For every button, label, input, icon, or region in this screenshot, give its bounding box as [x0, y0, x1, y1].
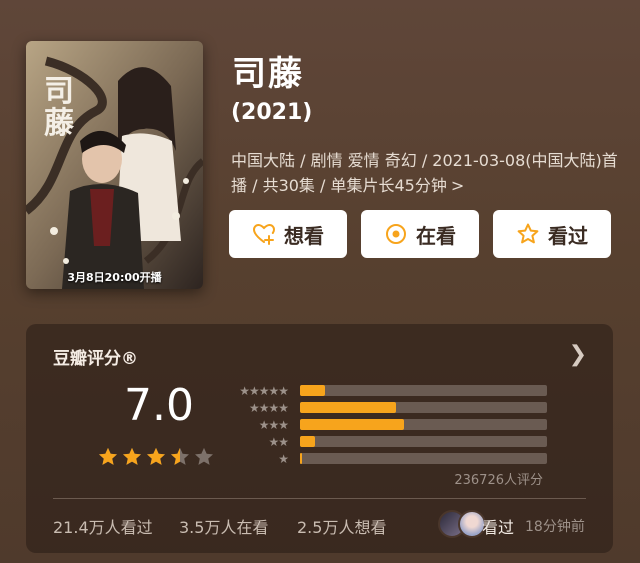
stat-want[interactable]: 2.5万人想看 [297, 514, 386, 538]
distribution-row: ★★ [222, 433, 547, 450]
distribution-bar [300, 419, 404, 430]
rating-stars [97, 446, 215, 468]
star-icon [123, 447, 141, 465]
friend-time: 18分钟前 [525, 519, 585, 535]
star-outline-icon [517, 223, 539, 244]
chevron-right-icon[interactable]: ❯ [569, 342, 587, 367]
distribution-stars-label: ★ [278, 451, 289, 466]
friend-action: 看过 [482, 518, 515, 537]
poster-art-text-1: 司 [44, 74, 74, 109]
distribution-track [300, 453, 547, 464]
distribution-stars-label: ★★ [268, 434, 289, 449]
meta-info[interactable]: 中国大陆 / 剧情 爱情 奇幻 / 2021-03-08(中国大陆)首播 / 共… [231, 148, 621, 198]
rating-count: 236726人评分 [454, 473, 543, 488]
distribution-track [300, 385, 547, 396]
star-icon [99, 447, 117, 465]
want-label: 想看 [284, 223, 324, 248]
rating-header: 豆瓣评分® [53, 349, 138, 369]
divider [53, 498, 586, 499]
distribution-track [300, 436, 547, 447]
rating-card[interactable]: 豆瓣评分® ❯ 7.0 ★★★★★ ★★★★ ★★★ ★★ ★ 236726人评分 21… [26, 324, 613, 553]
distribution-bar [300, 402, 397, 413]
distribution-bar [300, 453, 303, 464]
poster-art: 司 藤 [26, 41, 203, 289]
watched-button[interactable]: 看过 [493, 210, 611, 258]
poster-caption: 3月8日20:00开播 [67, 271, 162, 284]
page-title: 司藤 [232, 54, 304, 94]
target-circle-icon [386, 224, 406, 244]
distribution-bar [300, 385, 325, 396]
distribution-track [300, 419, 547, 430]
star-icon [147, 447, 165, 465]
friend-avatars[interactable] [438, 510, 486, 538]
stat-watching[interactable]: 3.5万人在看 [179, 514, 268, 538]
distribution-row: ★★★ [222, 416, 547, 433]
watched-label: 看过 [548, 223, 588, 248]
heart-plus-icon [252, 223, 276, 245]
rating-score: 7.0 [124, 380, 194, 431]
distribution-stars-label: ★★★★★ [239, 383, 289, 398]
chevron-right-icon: > [450, 176, 465, 195]
star-icon [195, 447, 213, 465]
distribution-track [300, 402, 547, 413]
watching-button[interactable]: 在看 [361, 210, 479, 258]
star-icon [171, 447, 189, 465]
release-year: (2021) [231, 100, 313, 125]
distribution-bar [300, 436, 315, 447]
distribution-row: ★★★★★ [222, 382, 547, 399]
distribution-row: ★ [222, 450, 547, 467]
rating-distribution: ★★★★★ ★★★★ ★★★ ★★ ★ [222, 382, 547, 467]
want-button[interactable]: 想看 [229, 210, 347, 258]
distribution-stars-label: ★★★ [258, 417, 289, 432]
meta-text: 中国大陆 / 剧情 爱情 奇幻 / 2021-03-08(中国大陆)首播 / 共… [231, 151, 618, 195]
watching-label: 在看 [416, 223, 456, 248]
distribution-row: ★★★★ [222, 399, 547, 416]
distribution-stars-label: ★★★★ [248, 400, 289, 415]
poster-image[interactable]: 司 藤 3月8日20:00开播 [26, 41, 203, 289]
stat-watched[interactable]: 21.4万人看过 [53, 514, 153, 538]
action-bar: 想看 在看 看过 [229, 210, 611, 258]
poster-art-text-2: 藤 [44, 106, 75, 141]
